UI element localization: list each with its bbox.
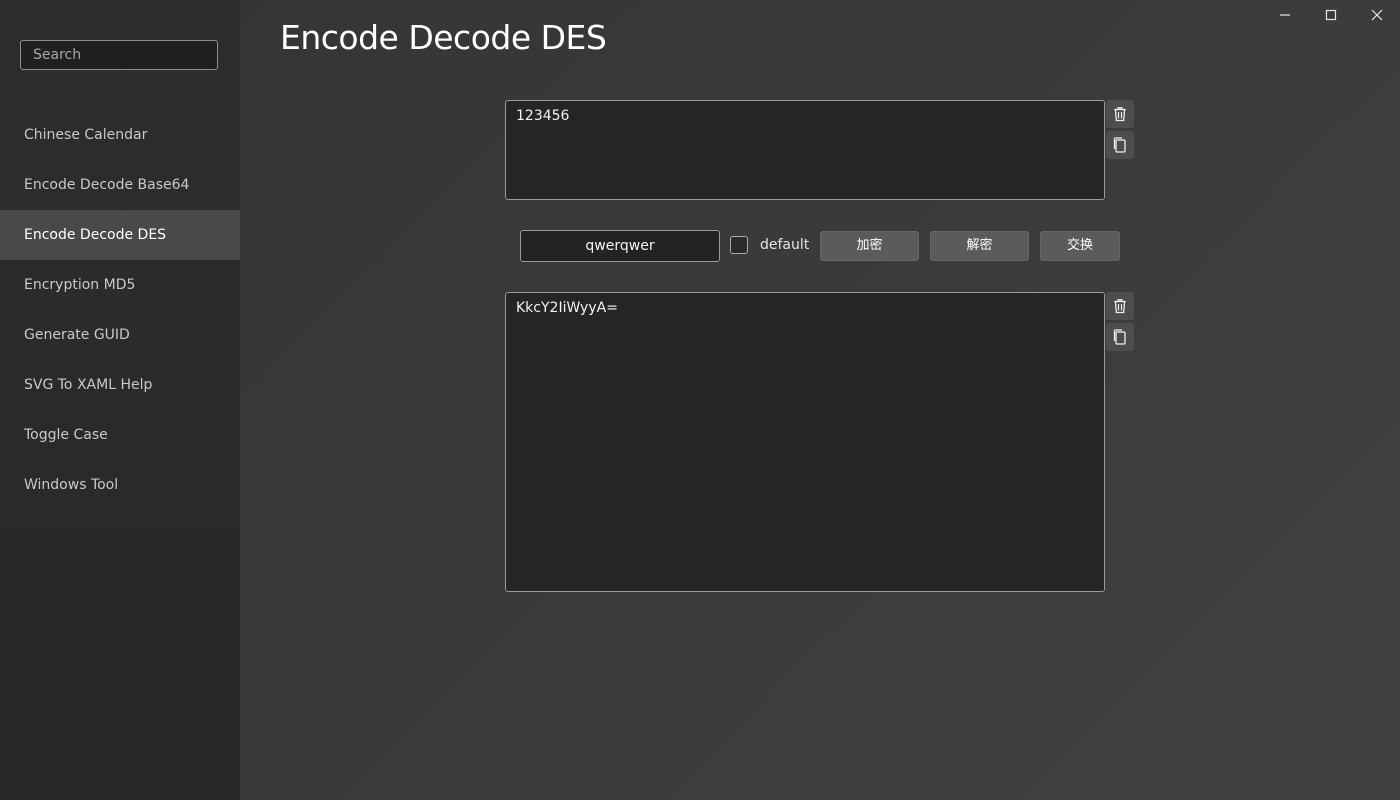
sidebar-item-chinese-calendar[interactable]: Chinese Calendar [0,110,240,160]
maximize-button[interactable] [1308,0,1354,30]
search-input[interactable] [31,46,207,64]
sidebar-item-encryption-md5[interactable]: Encryption MD5 [0,260,240,310]
encrypt-button[interactable]: 加密 [820,231,919,261]
sidebar-item-generate-guid[interactable]: Generate GUID [0,310,240,360]
copy-icon [1113,329,1126,345]
search-box[interactable] [20,40,218,70]
trash-icon [1114,299,1126,314]
sidebar: Chinese Calendar Encode Decode Base64 En… [0,0,240,800]
minimize-icon [1280,14,1290,16]
input-textbox[interactable]: 123456 [505,100,1105,200]
page-title: Encode Decode DES [280,18,607,57]
sidebar-nav: Chinese Calendar Encode Decode Base64 En… [0,110,240,510]
copy-icon [1113,137,1126,153]
clear-input-button[interactable] [1106,100,1134,128]
sidebar-item-svg-to-xaml-help[interactable]: SVG To XAML Help [0,360,240,410]
close-icon [1371,9,1383,21]
default-checkbox[interactable] [730,236,748,254]
default-checkbox-label: default [760,237,810,253]
copy-input-button[interactable] [1106,131,1134,159]
swap-button[interactable]: 交换 [1040,231,1120,261]
window-controls [1262,0,1400,30]
sidebar-item-windows-tool[interactable]: Windows Tool [0,460,240,510]
key-input[interactable]: qwerqwer [520,230,720,262]
sidebar-item-encode-decode-base64[interactable]: Encode Decode Base64 [0,160,240,210]
output-textbox[interactable]: KkcY2IiWyyA= [505,292,1105,592]
trash-icon [1114,107,1126,122]
copy-output-button[interactable] [1106,323,1134,351]
sidebar-item-toggle-case[interactable]: Toggle Case [0,410,240,460]
sidebar-item-encode-decode-des[interactable]: Encode Decode DES [0,210,240,260]
minimize-button[interactable] [1262,0,1308,30]
decrypt-button[interactable]: 解密 [930,231,1029,261]
close-button[interactable] [1354,0,1400,30]
clear-output-button[interactable] [1106,292,1134,320]
maximize-icon [1325,9,1337,21]
